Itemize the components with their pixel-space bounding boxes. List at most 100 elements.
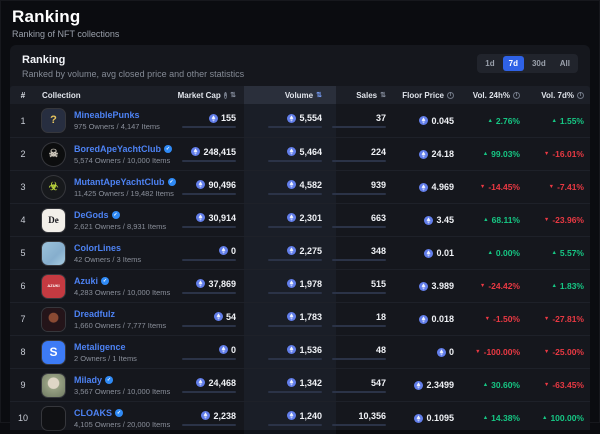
verified-badge: ✓ xyxy=(101,277,109,285)
header-vol-24h[interactable]: Vol. 24h% i xyxy=(462,91,528,100)
change-arrow-icon: ▲ xyxy=(483,415,488,421)
sales-cell: 10,356 xyxy=(336,402,396,434)
volume-cell: 1,536 xyxy=(244,336,336,368)
range-button-1d[interactable]: 1d xyxy=(479,56,500,71)
vol-7d-value: -16.01% xyxy=(552,149,584,159)
sales-bar xyxy=(332,391,386,393)
header-market-cap[interactable]: Market Cap i ⇅ xyxy=(184,91,244,100)
table-row[interactable]: 7 Dreadfulz ✓ 1,660 Owners / 7,777 Items… xyxy=(10,302,590,335)
collection-cell: S Metaligence ✓ 2 Owners / 1 Items xyxy=(36,336,184,368)
table-row[interactable]: 9 Milady ✓ 3,567 Owners / 10,000 Items 2… xyxy=(10,368,590,401)
vol-24h-cell: ▼ -14.45% xyxy=(462,171,528,203)
collection-link[interactable]: DeGods ✓ xyxy=(74,210,166,220)
header-floor-price[interactable]: Floor Price i xyxy=(396,91,462,100)
header-sales[interactable]: Sales ⇅ xyxy=(336,91,396,100)
collection-avatar: ☣ xyxy=(42,176,65,199)
collection-link[interactable]: MutantApeYachtClub ✓ xyxy=(74,177,176,187)
change-arrow-icon: ▲ xyxy=(483,217,488,223)
floor-price-cell: 0.1095 xyxy=(396,402,462,434)
vol-7d-value: -25.00% xyxy=(552,347,584,357)
sales-value: 37 xyxy=(376,113,386,123)
vol-24h-value: 30.60% xyxy=(491,380,520,390)
market-cap-bar xyxy=(182,292,236,294)
vol-7d-cell: ▲ 1.83% xyxy=(528,270,590,302)
table-row[interactable]: 1 ? MineablePunks ✓ 975 Owners / 4,147 I… xyxy=(10,104,590,137)
owners-items-text: 1,660 Owners / 7,777 Items xyxy=(74,321,166,330)
info-icon: i xyxy=(447,92,454,99)
collection-link[interactable]: ColorLines ✓ xyxy=(74,243,141,253)
floor-price-value: 0.045 xyxy=(431,116,454,126)
collection-link[interactable]: MineablePunks ✓ xyxy=(74,110,160,120)
market-cap-cell: 30,914 xyxy=(184,204,244,236)
table-row[interactable]: 3 ☣ MutantApeYachtClub ✓ 11,425 Owners /… xyxy=(10,170,590,203)
floor-price-cell: 24.18 xyxy=(396,138,462,170)
collection-avatar xyxy=(42,407,65,430)
table-row[interactable]: 4 De DeGods ✓ 2,621 Owners / 8,931 Items… xyxy=(10,203,590,236)
eth-icon xyxy=(414,414,423,423)
collection-avatar: S xyxy=(42,341,65,364)
market-cap-cell: 54 xyxy=(184,303,244,335)
collection-cell: ? MineablePunks ✓ 975 Owners / 4,147 Ite… xyxy=(36,104,184,137)
collection-link[interactable]: Milady ✓ xyxy=(74,375,170,385)
sales-cell: 348 xyxy=(336,237,396,269)
owners-items-text: 2 Owners / 1 Items xyxy=(74,354,137,363)
floor-price-value: 3.45 xyxy=(436,215,454,225)
volume-value: 5,554 xyxy=(299,113,322,123)
header-volume[interactable]: Volume ⇅ xyxy=(244,86,336,104)
table-row[interactable]: 8 S Metaligence ✓ 2 Owners / 1 Items 0 xyxy=(10,335,590,368)
sales-bar xyxy=(332,325,386,327)
table-row[interactable]: 2 ☠ BoredApeYachtClub ✓ 5,574 Owners / 1… xyxy=(10,137,590,170)
rank-cell: 8 xyxy=(10,336,36,368)
panel-title: Ranking xyxy=(22,54,244,66)
vol-7d-value: 1.55% xyxy=(560,116,584,126)
avatar-glyph: AZUKI xyxy=(47,284,59,288)
vol-7d-cell: ▼ -7.41% xyxy=(528,171,590,203)
market-cap-bar xyxy=(182,325,236,327)
range-button-all[interactable]: All xyxy=(554,56,576,71)
rank-cell: 1 xyxy=(10,104,36,137)
volume-value: 4,582 xyxy=(299,180,322,190)
collection-cell: AZUKI Azuki ✓ 4,283 Owners / 10,000 Item… xyxy=(36,270,184,302)
sales-value: 224 xyxy=(371,147,386,157)
range-button-7d[interactable]: 7d xyxy=(503,56,524,71)
sales-value: 18 xyxy=(376,312,386,322)
table-row[interactable]: 6 AZUKI Azuki ✓ 4,283 Owners / 10,000 It… xyxy=(10,269,590,302)
eth-icon xyxy=(424,216,433,225)
sort-icon: ⇅ xyxy=(380,91,386,99)
vol-7d-cell: ▼ -27.81% xyxy=(528,303,590,335)
eth-icon xyxy=(287,378,296,387)
eth-icon xyxy=(201,411,210,420)
collection-link[interactable]: BoredApeYachtClub ✓ xyxy=(74,144,172,154)
range-button-30d[interactable]: 30d xyxy=(526,56,552,71)
owners-items-text: 11,425 Owners / 19,482 Items xyxy=(74,189,176,198)
volume-cell: 2,301 xyxy=(244,204,336,236)
volume-cell: 1,240 xyxy=(244,402,336,434)
collection-link[interactable]: Dreadfulz ✓ xyxy=(74,309,166,319)
volume-bar xyxy=(268,325,322,327)
market-cap-value: 37,869 xyxy=(208,279,236,289)
table-row[interactable]: 5 ColorLines ✓ 42 Owners / 3 Items 0 xyxy=(10,236,590,269)
floor-price-cell: 3.45 xyxy=(396,204,462,236)
volume-bar xyxy=(268,292,322,294)
vol-24h-value: 0.00% xyxy=(496,248,520,258)
sales-value: 939 xyxy=(371,180,386,190)
volume-bar xyxy=(268,193,322,195)
volume-bar xyxy=(268,160,322,162)
collection-link[interactable]: Metaligence ✓ xyxy=(74,342,137,352)
volume-value: 1,783 xyxy=(299,312,322,322)
floor-price-cell: 0 xyxy=(396,336,462,368)
rank-cell: 9 xyxy=(10,369,36,401)
collection-avatar: ☠ xyxy=(42,143,65,166)
change-arrow-icon: ▲ xyxy=(551,250,556,256)
sales-value: 515 xyxy=(371,279,386,289)
page-header: Ranking Ranking of NFT collections xyxy=(0,0,600,45)
table-row[interactable]: 10 CLOAKS ✓ 4,105 Owners / 20,000 Items … xyxy=(10,401,590,434)
eth-icon xyxy=(419,282,428,291)
eth-icon xyxy=(287,279,296,288)
eth-icon xyxy=(419,315,428,324)
vol-24h-value: 99.03% xyxy=(491,149,520,159)
header-vol-7d[interactable]: Vol. 7d% i xyxy=(528,91,590,100)
floor-price-value: 3.989 xyxy=(431,281,454,291)
collection-link[interactable]: CLOAKS ✓ xyxy=(74,408,170,418)
collection-link[interactable]: Azuki ✓ xyxy=(74,276,170,286)
